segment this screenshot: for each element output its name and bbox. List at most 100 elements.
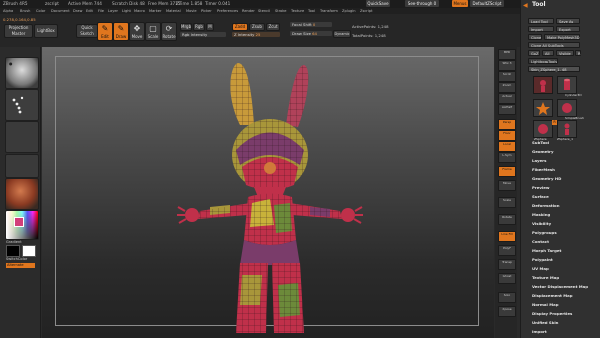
floor-button[interactable]: Floor — [498, 130, 516, 141]
submenu-masking[interactable]: Masking — [532, 212, 550, 217]
submenu-polygroups[interactable]: Polygroups — [532, 230, 557, 235]
dynamic-button[interactable]: Dynamic — [333, 30, 351, 38]
draw-size-slider[interactable]: Draw Size 64 — [290, 31, 332, 36]
material-selector[interactable] — [5, 178, 39, 210]
submenu-uv-map[interactable]: UV Map — [532, 266, 549, 271]
mrgb-button[interactable]: Mrgb — [180, 23, 192, 31]
submenu-displacement-map[interactable]: Displacement Map — [532, 293, 573, 298]
menu-stencil[interactable]: Stencil — [258, 9, 270, 13]
transp-button[interactable]: Transp — [498, 259, 516, 270]
submenu-import[interactable]: Import — [532, 329, 547, 334]
local-button[interactable]: Local — [498, 141, 516, 152]
lsym-button[interactable]: L.Sym — [498, 152, 516, 163]
submenu-subtool[interactable]: SubTool — [532, 140, 549, 145]
submenu-deformation[interactable]: Deformation — [532, 203, 559, 208]
draw-mode-button[interactable]: ✎ Draw — [113, 22, 129, 41]
goz-button[interactable]: GoZ — [528, 50, 540, 56]
menu-stroke[interactable]: Stroke — [275, 9, 286, 13]
load-tool-button[interactable]: Load Tool — [528, 18, 554, 24]
tool-thumb-zsphere1[interactable] — [557, 120, 577, 138]
secondary-color-swatch[interactable] — [22, 245, 36, 257]
make-polymesh-button[interactable]: Make PolyMesh3D — [544, 34, 580, 40]
rgb-button[interactable]: Rgb — [193, 23, 205, 31]
tool-thumb-cylinder3d[interactable] — [557, 76, 577, 94]
alpha-selector[interactable] — [5, 121, 39, 153]
stroke-selector[interactable] — [5, 89, 39, 121]
menu-brush[interactable]: Brush — [20, 9, 30, 13]
submenu-layers[interactable]: Layers — [532, 158, 546, 163]
tool-thumb-zsphere[interactable] — [533, 120, 553, 138]
persp-button[interactable]: Persp — [498, 119, 516, 130]
submenu-texture-map[interactable]: Texture Map — [532, 275, 559, 280]
menu-preferences[interactable]: Preferences — [217, 9, 238, 13]
brush-selector[interactable]: ● — [5, 57, 39, 89]
menu-zplugin[interactable]: Zplugin — [342, 9, 356, 13]
menu-layer[interactable]: Layer — [108, 9, 118, 13]
move-mode-button[interactable]: ✥ Move — [129, 22, 145, 41]
switch-color-button[interactable]: SwitchColor — [6, 257, 27, 261]
tool-thumb-simplebrush[interactable] — [557, 99, 577, 117]
submenu-geometry[interactable]: Geometry — [532, 149, 554, 154]
zcut-button[interactable]: Zcut — [266, 23, 280, 31]
submenu-polypaint[interactable]: Polypaint — [532, 257, 553, 262]
menu-transform[interactable]: Transform — [320, 9, 338, 13]
submenu-morph-target[interactable]: Morph Target — [532, 248, 561, 253]
solo-button[interactable]: Solo — [498, 292, 516, 303]
submenu-display-properties[interactable]: Display Properties — [532, 311, 572, 316]
menu-render[interactable]: Render — [242, 9, 255, 13]
alternate-button[interactable]: Alternate — [6, 263, 35, 268]
submenu-contact[interactable]: Contact — [532, 239, 549, 244]
focal-shift-slider[interactable]: Focal Shift 0 — [290, 22, 332, 27]
palette-dock-icon[interactable]: ◀ — [523, 2, 528, 9]
goz-visible-button[interactable]: Visible — [556, 50, 574, 56]
menu-document[interactable]: Document — [51, 9, 70, 13]
menu-edit[interactable]: Edit — [86, 9, 93, 13]
submenu-geometry-hd[interactable]: Geometry HD — [532, 176, 561, 181]
menu-marker[interactable]: Marker — [149, 9, 161, 13]
submenu-preview[interactable]: Preview — [532, 185, 550, 190]
frame-button[interactable]: Frame — [498, 166, 516, 177]
zoom-button[interactable]: Zoom — [498, 82, 516, 93]
color-picker[interactable] — [5, 210, 39, 240]
zadd-button[interactable]: Zadd — [232, 23, 248, 31]
move-view-button[interactable]: Move — [498, 180, 516, 191]
zsub-button[interactable]: Zsub — [249, 23, 265, 31]
quicksave-button[interactable]: QuickSave — [366, 0, 390, 7]
current-tool-slider[interactable]: Skin_ZSphere_1. 48 — [528, 66, 580, 72]
projection-master-button[interactable]: Projection Master — [4, 24, 33, 38]
aahalf-button[interactable]: AAHalf — [498, 104, 516, 115]
menu-texture[interactable]: Texture — [291, 9, 304, 13]
linefill-button[interactable]: Line Fill — [498, 231, 516, 242]
submenu-vector-displacement-map[interactable]: Vector Displacement Map — [532, 284, 588, 289]
menu-zscript[interactable]: Zscript — [360, 9, 372, 13]
lightbox-button[interactable]: LightBox — [34, 24, 58, 38]
export-button[interactable]: Export — [556, 26, 580, 32]
menu-macro[interactable]: Macro — [134, 9, 145, 13]
m-button[interactable]: M — [206, 23, 214, 31]
actual-button[interactable]: Actual — [498, 93, 516, 104]
ghost-button[interactable]: Ghost — [498, 273, 516, 284]
quick-sketch-button[interactable]: Quick Sketch — [76, 24, 98, 38]
goz-r-button[interactable]: R — [575, 50, 581, 56]
submenu-visibility[interactable]: Visibility — [532, 221, 551, 226]
scale-mode-button[interactable]: ▢ Scale — [145, 22, 161, 41]
menu-picker[interactable]: Picker — [201, 9, 212, 13]
goz-all-button[interactable]: All — [542, 50, 554, 56]
menu-material[interactable]: Material — [166, 9, 181, 13]
texture-selector[interactable] — [5, 154, 39, 178]
rgb-intensity-slider[interactable]: Rgb Intensity — [180, 32, 226, 37]
import-button[interactable]: Import — [528, 26, 554, 32]
polyf-button[interactable]: PolyF — [498, 245, 516, 256]
menu-alpha[interactable]: Alpha — [3, 9, 13, 13]
menus-button[interactable]: Menus — [452, 0, 468, 7]
submenu-surface[interactable]: Surface — [532, 194, 549, 199]
edit-mode-button[interactable]: ✎ Edit — [97, 22, 113, 41]
menu-color[interactable]: Color — [36, 9, 45, 13]
menu-file[interactable]: File — [98, 9, 104, 13]
z-intensity-slider[interactable]: Z Intensity 25 — [232, 32, 280, 37]
tool-thumb-skin-zsphere[interactable] — [533, 76, 553, 94]
save-as-button[interactable]: Save As — [556, 18, 580, 24]
tool-thumb-polymesh3d[interactable] — [533, 99, 553, 117]
3d-model-character[interactable] — [170, 55, 370, 335]
menu-light[interactable]: Light — [122, 9, 131, 13]
